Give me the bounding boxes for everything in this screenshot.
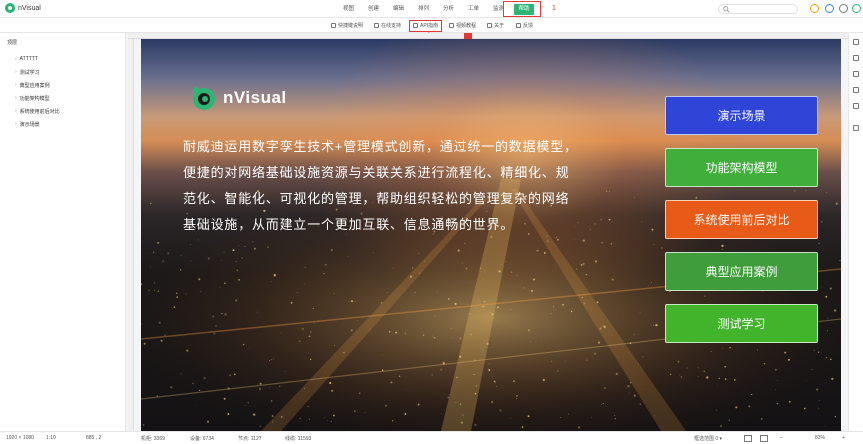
- feedback-button[interactable]: 反馈: [516, 22, 533, 29]
- annotation-label-1: 1: [552, 5, 556, 12]
- style-icon[interactable]: [853, 71, 859, 77]
- annotation-box-1: [503, 1, 541, 17]
- card-before-after-comparison[interactable]: 系统使用前后对比: [665, 200, 818, 239]
- app-logo[interactable]: nVisual: [5, 3, 41, 13]
- chevron-right-icon[interactable]: ›: [15, 82, 17, 89]
- canvas-resolution: 1920 × 1080: [6, 435, 34, 441]
- tree-item[interactable]: › 系统使用前后对比: [15, 108, 60, 115]
- layers-icon[interactable]: [853, 39, 859, 45]
- device-count: 设备: 6734: [190, 436, 214, 442]
- user-avatar-icon[interactable]: [852, 4, 861, 13]
- fit-icon[interactable]: [744, 435, 752, 442]
- zoom-out-icon[interactable]: −: [780, 435, 783, 441]
- about-button[interactable]: 关于: [487, 22, 504, 29]
- data-icon[interactable]: [853, 103, 859, 109]
- video-icon: [449, 23, 454, 28]
- search-input[interactable]: [718, 4, 798, 14]
- tree-root[interactable]: 顶层: [7, 39, 17, 46]
- chevron-right-icon[interactable]: ›: [15, 121, 17, 128]
- gear-icon[interactable]: [839, 4, 848, 13]
- chevron-right-icon[interactable]: ›: [15, 56, 17, 62]
- clock-icon[interactable]: [810, 4, 819, 13]
- info-icon[interactable]: [825, 4, 834, 13]
- banner-logo: nVisual: [189, 84, 287, 112]
- card-demo-scenes[interactable]: 演示场景: [665, 96, 818, 135]
- tree-item[interactable]: › 演示场景: [15, 121, 40, 128]
- properties-icon[interactable]: [853, 55, 859, 61]
- about-icon: [487, 23, 492, 28]
- settings-icon[interactable]: [853, 87, 859, 93]
- zoom-in-icon[interactable]: +: [842, 435, 845, 441]
- menu-workorder[interactable]: 工单: [461, 0, 486, 18]
- logo-icon: [5, 3, 15, 13]
- menu-arrange[interactable]: 排列: [411, 0, 436, 18]
- chevron-right-icon[interactable]: ›: [15, 69, 17, 76]
- chevron-right-icon[interactable]: ›: [15, 108, 17, 115]
- support-icon: [374, 23, 379, 28]
- cable-count: 线缆: 11593: [285, 436, 312, 442]
- online-support-button[interactable]: 在线支持: [374, 22, 401, 29]
- status-bar: 1920 × 1080 1:10 885 , 2 机柜: 3369 设备: 67…: [0, 431, 863, 444]
- selection-range[interactable]: 框选范围 0 ▾: [694, 435, 722, 442]
- feedback-icon: [516, 23, 521, 28]
- node-count: 节点: 1127: [238, 436, 262, 442]
- tree-item[interactable]: › 测试学习: [15, 69, 40, 76]
- keyboard-icon: [331, 23, 336, 28]
- zoom-level: 83%: [815, 435, 826, 441]
- rack-count: 机柜: 3369: [141, 436, 165, 442]
- shortcuts-button[interactable]: 快捷键说明: [331, 22, 363, 29]
- card-test-learning[interactable]: 测试学习: [665, 304, 818, 343]
- banner-logo-text: nVisual: [223, 88, 287, 107]
- menu-analysis[interactable]: 分析: [436, 0, 461, 18]
- menu-view[interactable]: 视图: [336, 0, 361, 18]
- video-tutorial-button[interactable]: 视频教程: [449, 22, 476, 29]
- banner-description: 耐威迪运用数字孪生技术+管理模式创新，通过统一的数据模型，便捷的对网络基础设施资…: [183, 139, 578, 232]
- layer-tree-panel: 顶层 › ATTTTT › 测试学习 › 典型应用案例 › 功能架构模型 › 系统使用前后…: [0, 33, 126, 431]
- canvas-scale: 1:10: [46, 435, 56, 441]
- card-function-architecture[interactable]: 功能架构模型: [665, 148, 818, 187]
- diagram-canvas[interactable]: nVisual 耐威迪运用数字孪生技术+管理模式创新，通过统一的数据模型，便捷的…: [141, 39, 841, 431]
- menu-edit[interactable]: 编辑: [386, 0, 411, 18]
- app-name: nVisual: [18, 4, 41, 12]
- vertical-ruler: [128, 39, 134, 431]
- search-icon: [723, 6, 730, 13]
- nvisual-logo-icon: [193, 87, 215, 110]
- cursor-coords: 885 , 2: [86, 435, 102, 441]
- tree-item[interactable]: › 典型应用案例: [15, 82, 50, 89]
- chevron-right-icon[interactable]: ›: [15, 95, 17, 102]
- fullscreen-icon[interactable]: [760, 435, 768, 442]
- card-typical-cases[interactable]: 典型应用案例: [665, 252, 818, 291]
- annotation-box-2: [409, 20, 442, 32]
- top-bar: nVisual 视图 创建 编辑 排列 分析 工单 监测 帮助 ⌃ 1: [0, 0, 863, 18]
- menu-create[interactable]: 创建: [361, 0, 386, 18]
- right-tool-strip: [848, 33, 863, 431]
- history-icon[interactable]: [853, 125, 859, 131]
- tree-item[interactable]: › ATTTTT: [15, 56, 38, 62]
- tree-item[interactable]: › 功能架构模型: [15, 95, 50, 102]
